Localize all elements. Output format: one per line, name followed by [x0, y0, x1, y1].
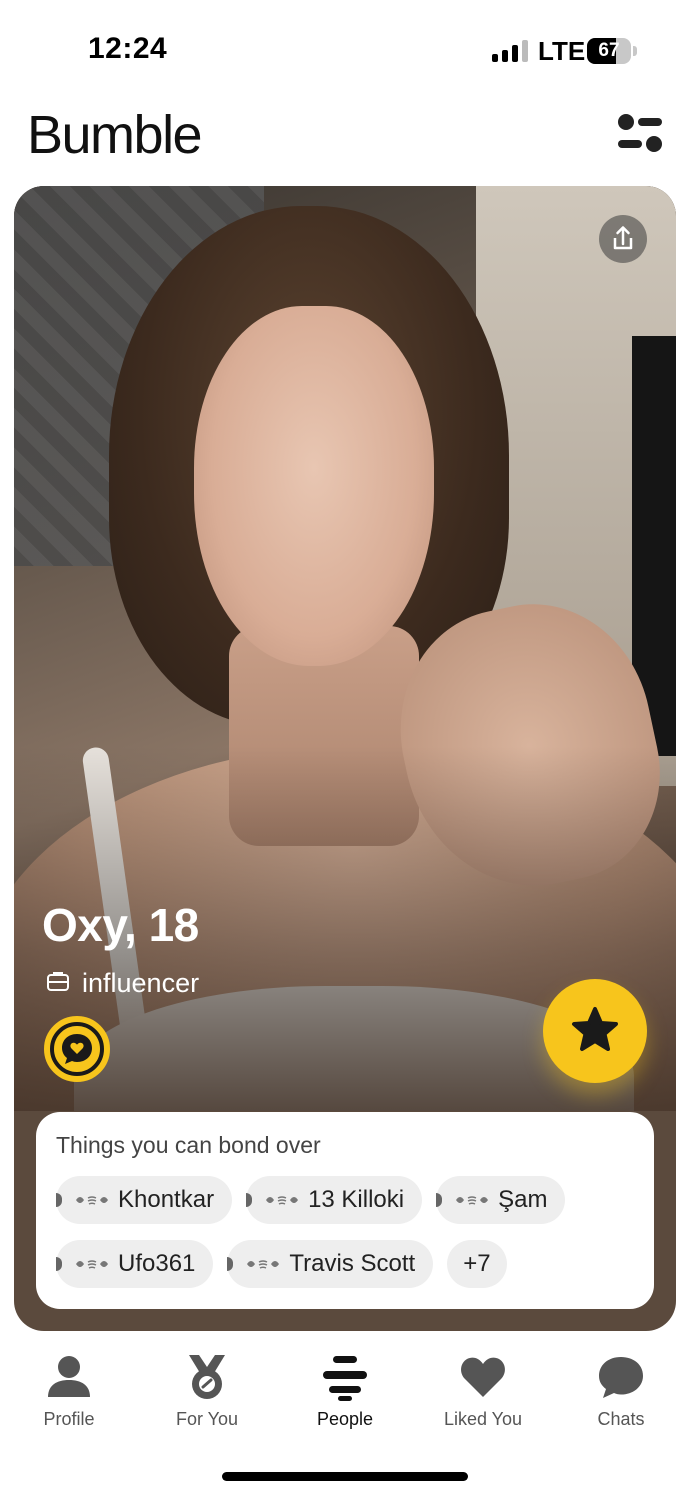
chip-row: Ufo361 Travis Scott +7 — [56, 1240, 507, 1288]
stack-icon — [323, 1356, 367, 1401]
chat-bubble-icon — [599, 1357, 643, 1398]
chip-label: 13 Killoki — [308, 1186, 405, 1213]
nav-item-for-you[interactable]: For You — [138, 1345, 276, 1445]
spotify-artist-chip[interactable]: Travis Scott — [227, 1240, 434, 1288]
status-bar: 12:24 LTE 67 — [0, 0, 690, 100]
chip-label: Şam — [498, 1186, 548, 1213]
spotify-icon — [456, 1196, 489, 1205]
bottom-nav: Profile For You People Liked You Chats — [0, 1345, 690, 1445]
nav-label: Chats — [597, 1409, 645, 1429]
spotify-icon — [76, 1196, 108, 1205]
briefcase-icon — [46, 970, 70, 997]
spotify-icon — [76, 1260, 108, 1269]
spotify-icon — [266, 1196, 299, 1205]
heart-icon — [461, 1357, 505, 1397]
job-row: influencer — [46, 968, 199, 999]
chip-label: +7 — [463, 1250, 491, 1277]
spotify-artist-chip[interactable]: 13 Killoki — [246, 1176, 423, 1224]
bond-over-panel: Things you can bond over Khontkar 13 Kil… — [36, 1112, 654, 1309]
nav-label: People — [316, 1409, 374, 1429]
star-icon — [570, 1005, 620, 1058]
nav-item-chats[interactable]: Chats — [552, 1345, 690, 1445]
chip-label: Ufo361 — [118, 1250, 196, 1277]
person-icon — [48, 1356, 90, 1397]
nav-item-profile[interactable]: Profile — [0, 1345, 138, 1445]
profile-name-age: Oxy, 18 — [42, 899, 199, 951]
nav-item-people[interactable]: People — [276, 1345, 414, 1445]
clock: 12:24 — [88, 32, 168, 65]
chip-label: Khontkar — [118, 1186, 215, 1213]
spotify-icon — [247, 1260, 280, 1269]
bond-title: Things you can bond over — [56, 1132, 321, 1158]
battery-level: 67 — [598, 40, 620, 61]
spotify-artist-chip[interactable]: Ufo361 — [56, 1240, 214, 1288]
app-logo: Bumble — [27, 105, 203, 165]
medal-icon — [189, 1355, 225, 1399]
signal-icon — [492, 40, 528, 62]
spotify-artist-chip[interactable]: Khontkar — [56, 1176, 233, 1224]
chip-row: Khontkar 13 Killoki Şam — [56, 1176, 566, 1224]
nav-label: Liked You — [443, 1409, 523, 1429]
chip-label: Travis Scott — [289, 1250, 416, 1277]
more-interests-chip[interactable]: +7 — [447, 1240, 507, 1288]
nav-item-liked-you[interactable]: Liked You — [414, 1345, 552, 1445]
chat-heart-icon[interactable] — [44, 1016, 110, 1082]
home-indicator[interactable] — [222, 1472, 468, 1481]
share-icon[interactable] — [599, 215, 647, 263]
profile-card[interactable]: Oxy, 18 influencer Things you can bond o… — [14, 186, 676, 1331]
nav-label: For You — [175, 1409, 239, 1429]
nav-label: Profile — [43, 1409, 95, 1429]
network-type: LTE — [538, 36, 586, 66]
superswipe-star-button[interactable] — [543, 979, 647, 1083]
battery-icon: 67 — [587, 38, 631, 64]
spotify-artist-chip[interactable]: Şam — [436, 1176, 566, 1224]
job-title: influencer — [82, 968, 200, 998]
battery-cap — [633, 46, 637, 56]
filter-settings-icon[interactable] — [614, 110, 666, 158]
